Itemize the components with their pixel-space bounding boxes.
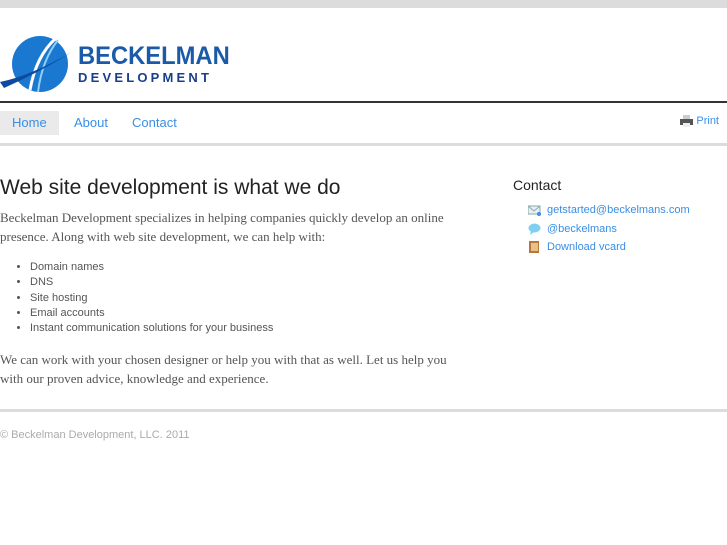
footer-copyright: © Beckelman Development, LLC. 2011 [0,429,190,441]
chat-icon [528,223,541,235]
header: BECKELMAN DEVELOPMENT [0,8,727,103]
top-bar [0,0,727,8]
twitter-link[interactable]: @beckelmans [528,220,690,239]
list-item: Site hosting [30,291,465,306]
list-item: DNS [30,275,465,290]
brand-name: BECKELMAN [78,42,230,70]
nav-contact[interactable]: Contact [120,111,189,135]
logo-globe-icon [0,36,72,92]
contact-sidebar: Contact getstarted@beckelmans.com @becke… [513,177,690,257]
twitter-label: @beckelmans [547,222,617,235]
outro-text: We can work with your chosen designer or… [0,352,447,387]
print-link[interactable]: Print [680,115,719,127]
vcard-link[interactable]: Download vcard [528,238,690,257]
print-label: Print [696,115,719,127]
intro-text: Beckelman Development specializes in hel… [0,210,444,244]
list-item: Instant communication solutions for your… [30,321,465,336]
list-item: Domain names [30,260,465,275]
logo[interactable]: BECKELMAN DEVELOPMENT [0,36,238,92]
page-title: Web site development is what we do [0,176,341,199]
main-content: Web site development is what we do Becke… [0,176,465,388]
services-list: Domain names DNS Site hosting Email acco… [0,260,465,336]
printer-icon [680,115,694,127]
footer-divider [0,409,727,412]
nav-bar: Home About Contact Print [0,103,727,146]
nav-about[interactable]: About [62,111,120,135]
sidebar-title: Contact [513,177,562,193]
email-link[interactable]: getstarted@beckelmans.com [528,201,690,220]
nav-home[interactable]: Home [0,111,59,135]
email-icon [528,205,541,217]
email-label: getstarted@beckelmans.com [547,204,690,217]
list-item: Email accounts [30,306,465,321]
vcard-icon [529,241,539,254]
vcard-label: Download vcard [547,241,626,254]
brand-subtitle: DEVELOPMENT [78,70,213,85]
